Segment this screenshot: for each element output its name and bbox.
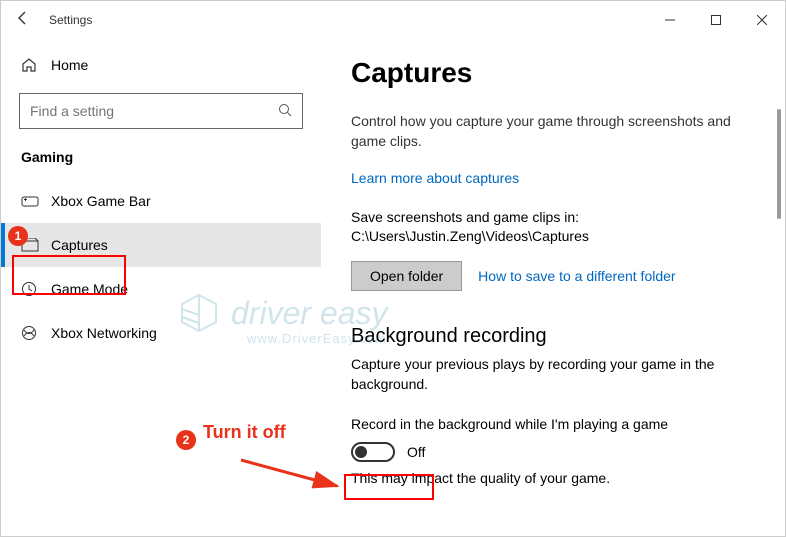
- background-recording-heading: Background recording: [351, 325, 755, 348]
- toggle-state-text: Off: [407, 444, 425, 460]
- toggle-knob-icon: [355, 446, 367, 458]
- page-title: Captures: [351, 57, 755, 89]
- maximize-button[interactable]: [693, 4, 739, 36]
- sidebar-item-label: Game Mode: [51, 281, 128, 297]
- save-location-text: Save screenshots and game clips in: C:\U…: [351, 208, 755, 247]
- sidebar-item-label: Captures: [51, 237, 108, 253]
- page-description: Control how you capture your game throug…: [351, 111, 755, 152]
- titlebar: Settings: [1, 1, 785, 39]
- search-input[interactable]: [30, 103, 278, 119]
- open-folder-button[interactable]: Open folder: [351, 261, 462, 291]
- content-pane: Captures Control how you capture your ga…: [321, 39, 785, 536]
- annotation-badge-1: 1: [8, 226, 28, 246]
- back-button[interactable]: [15, 10, 45, 31]
- footnote-text: This may impact the quality of your game…: [351, 470, 755, 486]
- close-button[interactable]: [739, 4, 785, 36]
- toggle-label: Record in the background while I'm playi…: [351, 416, 755, 432]
- minimize-button[interactable]: [647, 4, 693, 36]
- game-bar-icon: [21, 194, 51, 208]
- home-icon: [21, 57, 51, 73]
- sidebar-item-xbox-networking[interactable]: Xbox Networking: [1, 311, 321, 355]
- window-title: Settings: [49, 13, 92, 27]
- sidebar-home-label: Home: [51, 57, 88, 73]
- search-icon: [278, 103, 292, 120]
- annotation-arrow-icon: [237, 456, 347, 496]
- xbox-networking-icon: [21, 325, 51, 341]
- window-controls: [647, 4, 785, 36]
- sidebar-item-label: Xbox Game Bar: [51, 193, 151, 209]
- game-mode-icon: [21, 281, 51, 297]
- sidebar-item-xbox-game-bar[interactable]: Xbox Game Bar: [1, 179, 321, 223]
- sidebar-item-game-mode[interactable]: Game Mode: [1, 267, 321, 311]
- sidebar-group-header: Gaming: [1, 149, 321, 179]
- sidebar-item-captures[interactable]: Captures: [1, 223, 321, 267]
- scrollbar[interactable]: [777, 109, 781, 219]
- background-recording-toggle[interactable]: [351, 442, 395, 462]
- sidebar-home[interactable]: Home: [1, 51, 321, 79]
- annotation-badge-2: 2: [176, 430, 196, 450]
- sidebar-item-label: Xbox Networking: [51, 325, 157, 341]
- background-recording-desc: Capture your previous plays by recording…: [351, 354, 755, 395]
- howto-link[interactable]: How to save to a different folder: [478, 268, 675, 284]
- learn-more-link[interactable]: Learn more about captures: [351, 170, 519, 186]
- search-box[interactable]: [19, 93, 303, 129]
- annotation-text: Turn it off: [203, 422, 286, 443]
